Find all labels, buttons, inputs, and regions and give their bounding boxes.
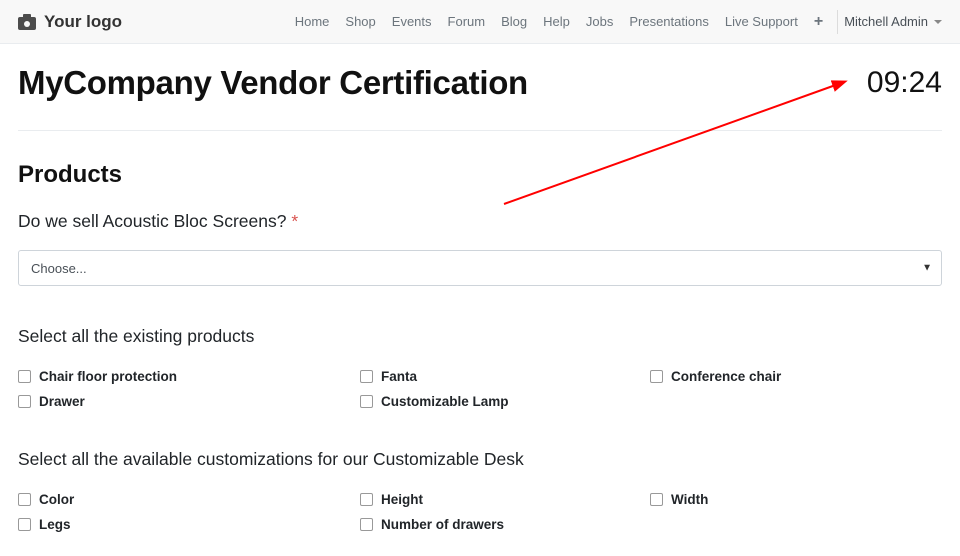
option-label: Customizable Lamp bbox=[381, 394, 509, 409]
question-2: Select all the existing products Chair f… bbox=[18, 326, 942, 409]
option-label: Fanta bbox=[381, 369, 417, 384]
q3-option-legs[interactable]: Legs bbox=[18, 517, 360, 532]
q3-option-height[interactable]: Height bbox=[360, 492, 650, 507]
q2-option-customizable-lamp[interactable]: Customizable Lamp bbox=[360, 394, 650, 409]
option-label: Conference chair bbox=[671, 369, 781, 384]
chevron-down-icon bbox=[934, 20, 942, 24]
question-1-select[interactable]: Choose... bbox=[18, 250, 942, 286]
option-label: Drawer bbox=[39, 394, 85, 409]
logo-text: Your logo bbox=[44, 12, 122, 32]
question-2-options: Chair floor protection Fanta Conference … bbox=[18, 369, 942, 409]
q2-option-conference-chair[interactable]: Conference chair bbox=[650, 369, 942, 384]
nav-divider bbox=[837, 10, 838, 34]
q2-option-chair-floor-protection[interactable]: Chair floor protection bbox=[18, 369, 360, 384]
nav-presentations[interactable]: Presentations bbox=[621, 14, 717, 29]
q3-option-color[interactable]: Color bbox=[18, 492, 360, 507]
q3-option-width[interactable]: Width bbox=[650, 492, 942, 507]
option-label: Height bbox=[381, 492, 423, 507]
checkbox-icon bbox=[18, 370, 31, 383]
option-label: Legs bbox=[39, 517, 71, 532]
q3-option-number-of-drawers[interactable]: Number of drawers bbox=[360, 517, 650, 532]
checkbox-icon bbox=[360, 395, 373, 408]
checkbox-icon bbox=[18, 395, 31, 408]
option-label: Color bbox=[39, 492, 74, 507]
question-1-label: Do we sell Acoustic Bloc Screens? * bbox=[18, 211, 942, 232]
nav-blog[interactable]: Blog bbox=[493, 14, 535, 29]
checkbox-icon bbox=[360, 518, 373, 531]
question-3-options: Color Height Width Legs Number of drawer… bbox=[18, 492, 942, 532]
checkbox-icon bbox=[18, 518, 31, 531]
nav-events[interactable]: Events bbox=[384, 14, 440, 29]
question-3-label: Select all the available customizations … bbox=[18, 449, 942, 470]
nav-shop[interactable]: Shop bbox=[337, 14, 383, 29]
timer: 09:24 bbox=[867, 66, 942, 100]
option-label: Number of drawers bbox=[381, 517, 504, 532]
nav-jobs[interactable]: Jobs bbox=[578, 14, 621, 29]
user-name: Mitchell Admin bbox=[844, 14, 928, 29]
page-content: MyCompany Vendor Certification 09:24 Pro… bbox=[0, 44, 960, 532]
user-menu[interactable]: Mitchell Admin bbox=[844, 14, 942, 29]
question-3: Select all the available customizations … bbox=[18, 449, 942, 532]
question-2-label: Select all the existing products bbox=[18, 326, 942, 347]
logo[interactable]: Your logo bbox=[18, 12, 122, 32]
nav-forum[interactable]: Forum bbox=[440, 14, 494, 29]
top-navbar: Your logo Home Shop Events Forum Blog He… bbox=[0, 0, 960, 44]
option-label: Width bbox=[671, 492, 708, 507]
q2-option-drawer[interactable]: Drawer bbox=[18, 394, 360, 409]
option-label: Chair floor protection bbox=[39, 369, 177, 384]
q2-option-fanta[interactable]: Fanta bbox=[360, 369, 650, 384]
nav-links: Home Shop Events Forum Blog Help Jobs Pr… bbox=[287, 10, 942, 34]
title-row: MyCompany Vendor Certification 09:24 bbox=[18, 64, 942, 131]
nav-home[interactable]: Home bbox=[287, 14, 338, 29]
nav-live-support[interactable]: Live Support bbox=[717, 14, 806, 29]
required-marker: * bbox=[291, 211, 298, 231]
new-content-icon[interactable]: + bbox=[806, 13, 831, 31]
question-1-text: Do we sell Acoustic Bloc Screens? bbox=[18, 211, 286, 231]
page-title: MyCompany Vendor Certification bbox=[18, 64, 528, 102]
camera-icon bbox=[18, 14, 36, 30]
checkbox-icon bbox=[18, 493, 31, 506]
checkbox-icon bbox=[360, 493, 373, 506]
section-title: Products bbox=[18, 161, 942, 189]
checkbox-icon bbox=[650, 493, 663, 506]
nav-help[interactable]: Help bbox=[535, 14, 578, 29]
question-1-select-wrap: Choose... ▼ bbox=[18, 250, 942, 286]
checkbox-icon bbox=[650, 370, 663, 383]
checkbox-icon bbox=[360, 370, 373, 383]
